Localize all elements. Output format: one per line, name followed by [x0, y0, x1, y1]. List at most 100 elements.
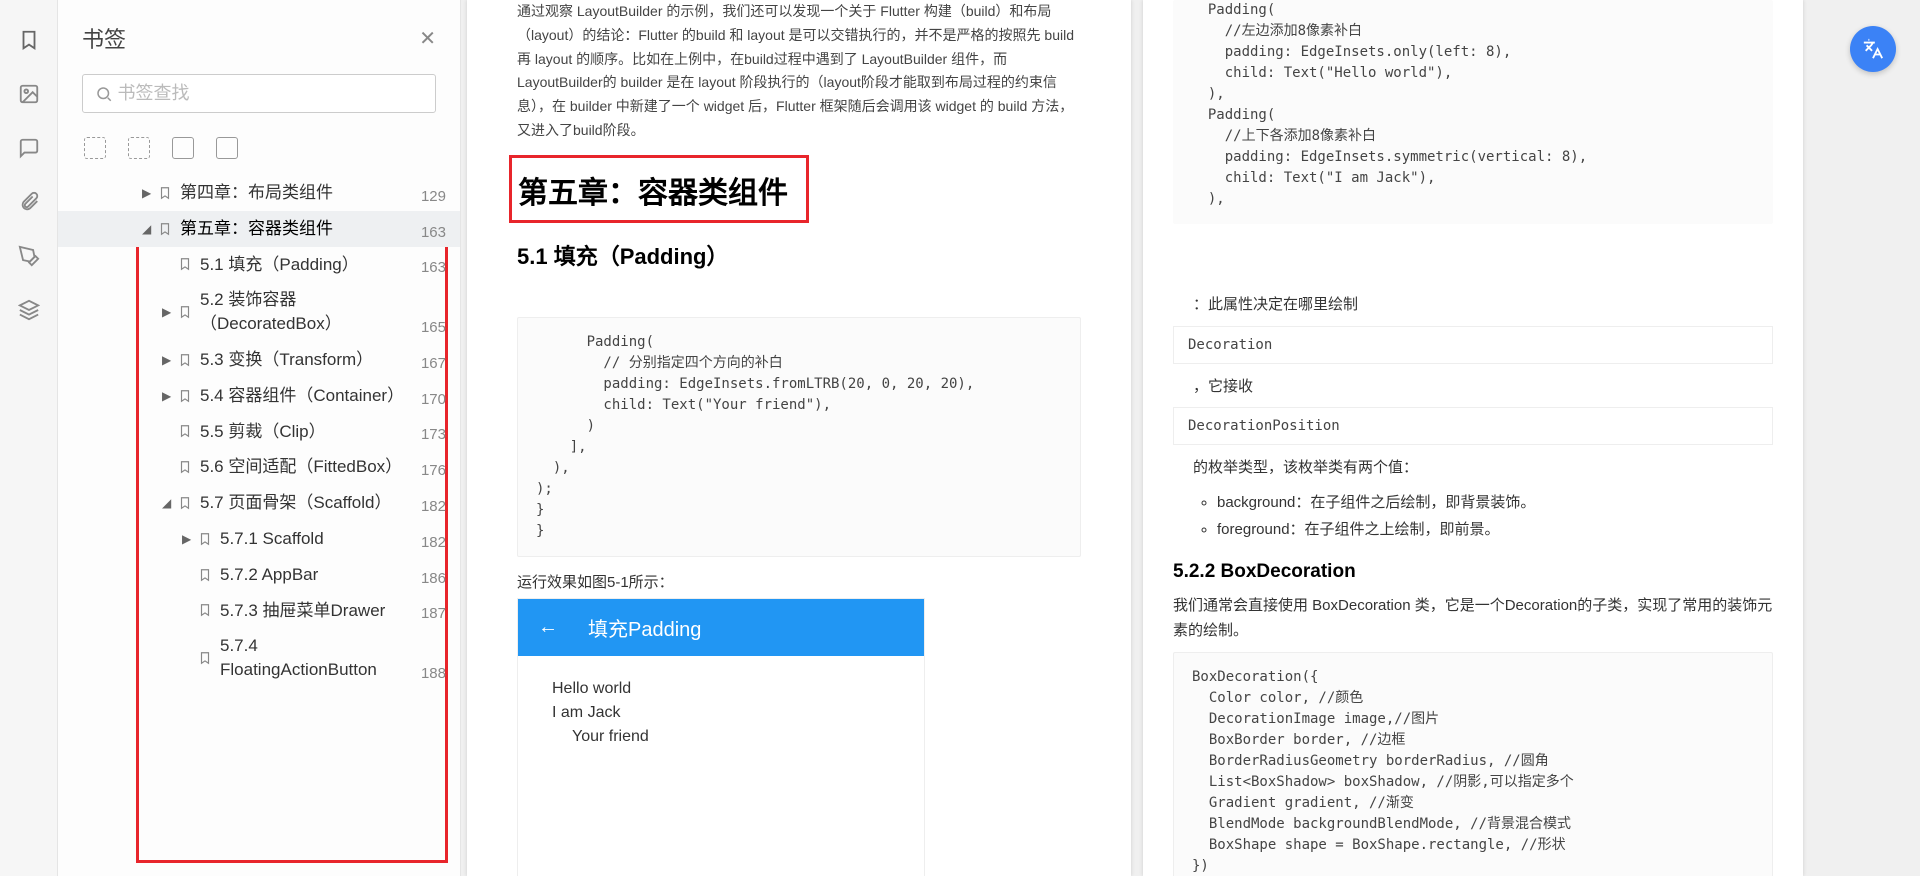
- bookmark-row[interactable]: ◢第五章：容器类组件163: [58, 211, 460, 247]
- page-number: 186: [421, 570, 446, 587]
- expand-arrow-icon[interactable]: ▶: [142, 186, 154, 200]
- page-number: 187: [421, 605, 446, 622]
- para: 的枚举类型，该枚举类有两个值：: [1173, 455, 1773, 481]
- pen-icon[interactable]: [17, 244, 41, 268]
- bookmark-panel: 书签 ✕ ▶第四章：布局类组件129◢第五章：容器类组件1635.1 填充（Pa…: [58, 0, 461, 876]
- bookmark-label: 5.1 填充（Padding）: [200, 253, 452, 277]
- bookmark-row[interactable]: 5.7.2 AppBar186: [58, 557, 460, 593]
- bookmark-label: 5.4 容器组件（Container）: [200, 384, 452, 408]
- para: ：此属性决定在哪里绘制: [1173, 292, 1773, 318]
- bookmark-label: 5.3 变换（Transform）: [200, 348, 452, 372]
- bookmark-label: 5.7 页面骨架（Scaffold）: [200, 491, 452, 515]
- chapter-title-box: 第五章：容器类组件: [509, 155, 809, 223]
- page-number: 188: [421, 665, 446, 682]
- para: 我们通常会直接使用 BoxDecoration 类，它是一个Decoration…: [1173, 593, 1773, 644]
- bookmark-row[interactable]: 5.7.4 FloatingActionButton188: [58, 628, 460, 688]
- chapter-title: 第五章：容器类组件: [518, 168, 788, 212]
- bookmark-tools: [58, 127, 460, 175]
- bookmark-row[interactable]: ▶5.2 装饰容器（DecoratedBox）165: [58, 282, 460, 342]
- bookmark-row[interactable]: 5.7.3 抽屉菜单Drawer187: [58, 593, 460, 629]
- bookmark-row[interactable]: ▶ 5.4 容器组件（Container）170: [58, 378, 460, 414]
- page-number: 167: [421, 355, 446, 372]
- page-number: 163: [421, 259, 446, 276]
- panel-title: 书签: [82, 22, 126, 54]
- bookmark-icon: [198, 602, 212, 618]
- bookmark-icon: [198, 567, 212, 583]
- image-icon[interactable]: [17, 82, 41, 106]
- attachment-icon[interactable]: [17, 190, 41, 214]
- bookmark-row[interactable]: ◢ 5.7 页面骨架（Scaffold）182: [58, 485, 460, 521]
- remove-bookmark-icon[interactable]: [128, 137, 150, 159]
- mock-appbar: ← 填充Padding: [518, 599, 924, 656]
- bookmark-icon[interactable]: [17, 28, 41, 52]
- bookmark-tool2-icon[interactable]: [216, 137, 238, 159]
- search-input[interactable]: [117, 83, 423, 104]
- bookmark-icon: [198, 531, 212, 547]
- para: ，它接收: [1173, 374, 1773, 400]
- page-number: 129: [421, 188, 446, 205]
- bookmark-label: 5.7.1 Scaffold: [220, 527, 452, 551]
- mock-title: 填充Padding: [588, 613, 701, 642]
- section-5-2-2: 5.2.2 BoxDecoration: [1173, 561, 1773, 583]
- page-number: 165: [421, 319, 446, 336]
- bookmark-tool-icon[interactable]: [172, 137, 194, 159]
- bookmark-icon: [158, 185, 172, 201]
- expand-arrow-icon[interactable]: ▶: [182, 532, 194, 546]
- mock-screenshot: ← 填充Padding Hello world I am Jack Your f…: [517, 598, 925, 876]
- document-area: 通过观察 LayoutBuilder 的示例，我们还可以发现一个关于 Flutt…: [461, 0, 1920, 876]
- bookmark-icon: [178, 256, 192, 272]
- code-block-top: Padding( //左边添加8像素补白 padding: EdgeInsets…: [1173, 0, 1773, 224]
- expand-arrow-icon[interactable]: ◢: [142, 222, 154, 236]
- code-block-boxdec: BoxDecoration({ Color color, //颜色 Decora…: [1173, 652, 1773, 876]
- close-icon[interactable]: ✕: [419, 26, 436, 51]
- translate-icon: [1862, 38, 1884, 60]
- page-right: Padding( //左边添加8像素补白 padding: EdgeInsets…: [1143, 0, 1803, 876]
- page-number: 163: [421, 224, 446, 241]
- code-block-padding: Padding( // 分别指定四个方向的补白 padding: EdgeIns…: [517, 317, 1081, 557]
- bookmark-tree: ▶第四章：布局类组件129◢第五章：容器类组件1635.1 填充（Padding…: [58, 175, 460, 876]
- app-root: 书签 ✕ ▶第四章：布局类组件129◢第五章：容器类组件1635.1 填充（Pa…: [0, 0, 1920, 876]
- inline-code: Decoration: [1173, 326, 1773, 364]
- bookmark-label: 5.7.4 FloatingActionButton: [220, 634, 452, 682]
- bookmark-row[interactable]: 5.6 空间适配（FittedBox）176: [58, 449, 460, 485]
- page-number: 176: [421, 462, 446, 479]
- list-item: foreground：在子组件之上绘制，即前景。: [1217, 516, 1773, 543]
- inline-code: DecorationPosition: [1173, 407, 1773, 445]
- bookmark-row[interactable]: ▶ 5.3 变换（Transform）167: [58, 342, 460, 378]
- layers-icon[interactable]: [17, 298, 41, 322]
- section-5-1: 5.1 填充（Padding）: [517, 239, 1081, 271]
- bookmark-icon: [158, 221, 172, 237]
- expand-arrow-icon[interactable]: ▶: [162, 389, 174, 403]
- page-number: 182: [421, 498, 446, 515]
- bookmark-row[interactable]: 5.5 剪裁（Clip）173: [58, 414, 460, 450]
- bookmark-icon: [178, 459, 192, 475]
- expand-arrow-icon[interactable]: ▶: [162, 353, 174, 367]
- bookmark-row[interactable]: ▶ 第四章：布局类组件129: [58, 175, 460, 211]
- bookmark-label: 5.6 空间适配（FittedBox）: [200, 455, 452, 479]
- translate-fab[interactable]: [1850, 26, 1896, 72]
- bookmark-icon: [198, 650, 212, 666]
- bookmark-row[interactable]: ▶5.7.1 Scaffold182: [58, 521, 460, 557]
- bookmark-icon: [178, 495, 192, 511]
- bookmark-icon: [178, 423, 192, 439]
- page-number: 173: [421, 426, 446, 443]
- mock-line: Hello world: [552, 680, 890, 698]
- add-bookmark-icon[interactable]: [84, 137, 106, 159]
- expand-arrow-icon[interactable]: ▶: [162, 305, 174, 319]
- figure-caption: 运行效果如图5-1所示：: [517, 571, 1081, 592]
- page-number: 170: [421, 391, 446, 408]
- icon-sidebar: [0, 0, 58, 876]
- back-arrow-icon: ←: [538, 616, 558, 639]
- comment-icon[interactable]: [17, 136, 41, 160]
- page-left: 通过观察 LayoutBuilder 的示例，我们还可以发现一个关于 Flutt…: [467, 0, 1131, 876]
- bookmark-row[interactable]: 5.1 填充（Padding）163: [58, 247, 460, 283]
- bookmark-label: 5.5 剪裁（Clip）: [200, 420, 452, 444]
- bookmark-label: 第四章：布局类组件: [180, 181, 452, 205]
- search-box[interactable]: [82, 74, 436, 113]
- expand-arrow-icon[interactable]: ◢: [162, 496, 174, 510]
- bookmark-icon: [178, 388, 192, 404]
- search-icon: [95, 85, 113, 103]
- bookmark-icon: [178, 352, 192, 368]
- enum-list: background：在子组件之后绘制，即背景装饰。 foreground：在子…: [1173, 489, 1773, 543]
- bookmark-icon: [178, 304, 192, 320]
